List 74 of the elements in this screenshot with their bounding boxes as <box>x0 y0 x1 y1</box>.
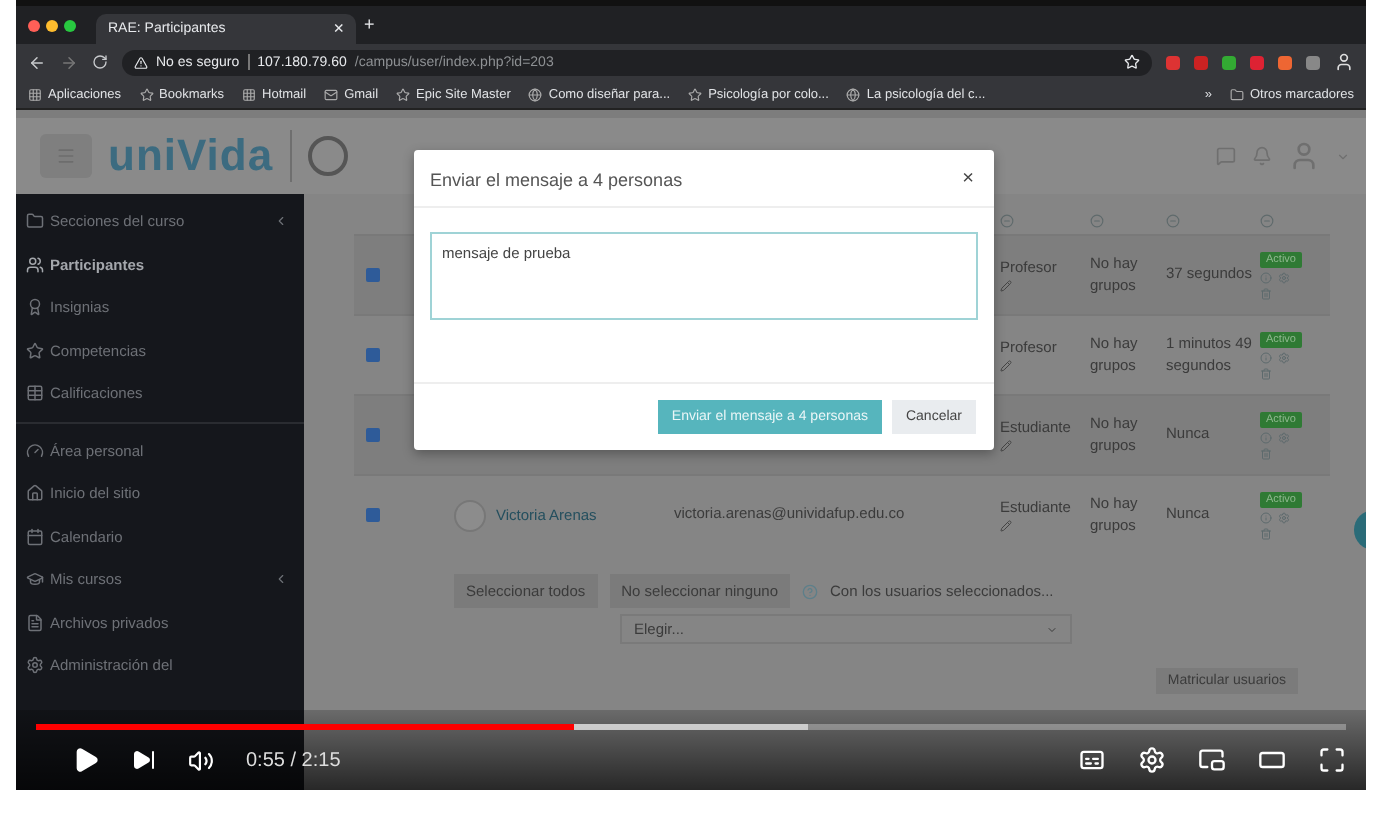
gear-icon[interactable] <box>1278 511 1290 523</box>
bell-icon[interactable] <box>1252 146 1272 166</box>
close-button[interactable]: × <box>962 170 974 190</box>
row-checkbox[interactable] <box>366 508 380 522</box>
star-icon <box>26 341 44 360</box>
site-logo: uniVida <box>108 130 292 182</box>
graduation-cap-icon <box>26 570 44 589</box>
progress-track[interactable] <box>36 724 1346 730</box>
seal-icon <box>307 136 348 176</box>
bookmark-icon <box>139 87 153 101</box>
calendar-icon <box>26 527 44 546</box>
collapse-icon[interactable] <box>1090 213 1104 227</box>
subtitles-icon[interactable] <box>1078 746 1106 774</box>
help-icon <box>802 583 819 599</box>
pencil-icon[interactable] <box>1000 360 1012 373</box>
avatar-icon[interactable] <box>1288 140 1320 172</box>
trash-icon[interactable] <box>1260 367 1272 379</box>
pencil-icon[interactable] <box>1000 280 1012 293</box>
folder-icon <box>1229 87 1244 101</box>
folder-icon <box>26 212 44 231</box>
warning-icon <box>134 55 148 69</box>
people-icon <box>26 255 44 274</box>
row-checkbox[interactable] <box>366 348 380 362</box>
back-icon[interactable] <box>28 53 46 71</box>
info-icon[interactable] <box>1260 351 1272 363</box>
bookmark-icon <box>28 87 42 101</box>
settings-icon[interactable] <box>1138 746 1166 774</box>
gear-icon[interactable] <box>1278 351 1290 363</box>
profile-icon[interactable] <box>1334 52 1354 72</box>
volume-icon[interactable] <box>188 747 214 773</box>
forward-icon[interactable] <box>60 53 78 71</box>
trash-icon[interactable] <box>1260 287 1272 299</box>
collapse-icon[interactable] <box>1260 213 1274 227</box>
file-icon <box>26 613 44 632</box>
bookmark-icon <box>242 87 257 101</box>
star-icon[interactable] <box>1124 54 1140 70</box>
theater-mode-icon[interactable] <box>1258 746 1286 774</box>
gauge-icon <box>26 441 44 460</box>
collapse-icon[interactable] <box>1000 213 1014 227</box>
video-frame[interactable] <box>16 0 1366 790</box>
menu-button[interactable] <box>40 134 92 178</box>
bookmark-icon <box>528 87 543 101</box>
row-checkbox[interactable] <box>366 428 380 442</box>
trash-icon[interactable] <box>1260 447 1272 459</box>
info-icon[interactable] <box>1260 511 1272 523</box>
home-icon <box>26 484 44 503</box>
caret-icon <box>1046 623 1058 635</box>
table-icon <box>26 384 44 403</box>
badge-icon <box>26 298 44 317</box>
gear-icon[interactable] <box>1278 271 1290 283</box>
caret-icon[interactable] <box>1336 149 1350 163</box>
time-display: 0:55 / 2:15 <box>246 749 341 771</box>
gear-icon <box>26 656 44 675</box>
chat-icon[interactable] <box>1216 146 1236 166</box>
bookmark-icon <box>324 87 339 101</box>
row-checkbox[interactable] <box>366 268 380 282</box>
dialog-title: Enviar el mensaje a 4 personas <box>430 170 683 190</box>
pencil-icon[interactable] <box>1000 520 1012 533</box>
bookmark-icon <box>846 87 861 101</box>
play-icon[interactable] <box>72 746 100 774</box>
trash-icon[interactable] <box>1260 527 1272 539</box>
bookmark-icon <box>688 87 703 101</box>
collapse-icon[interactable] <box>1166 213 1180 227</box>
info-icon[interactable] <box>1260 271 1272 283</box>
bookmark-icon <box>396 87 411 101</box>
tab-close-button[interactable]: × <box>333 20 344 38</box>
miniplayer-icon[interactable] <box>1198 746 1226 774</box>
reload-icon[interactable] <box>92 54 108 70</box>
fullscreen-icon[interactable] <box>1318 746 1346 774</box>
next-icon[interactable] <box>132 748 156 772</box>
gear-icon[interactable] <box>1278 431 1290 443</box>
pencil-icon[interactable] <box>1000 440 1012 453</box>
new-tab-button[interactable]: + <box>364 16 375 34</box>
info-icon[interactable] <box>1260 431 1272 443</box>
